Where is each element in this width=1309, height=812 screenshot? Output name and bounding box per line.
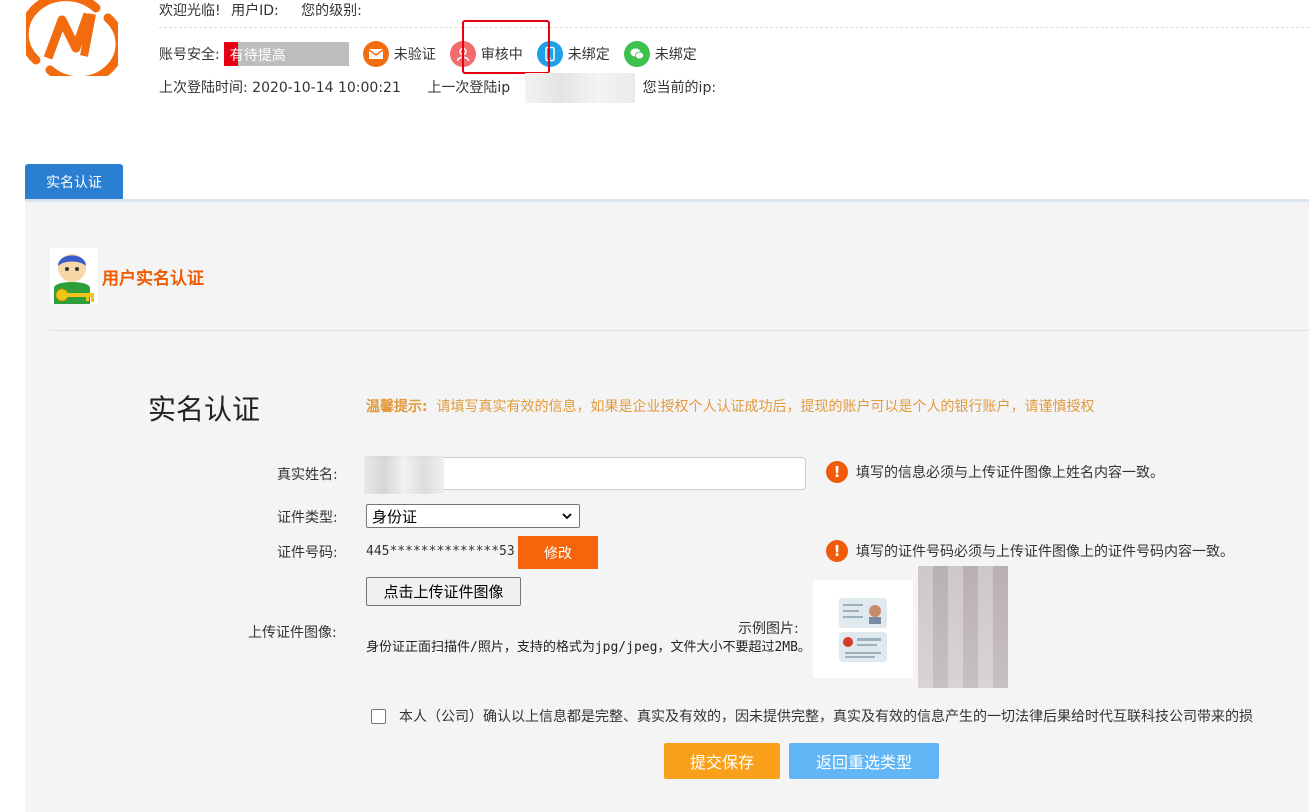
sample-label: 示例图片: <box>738 621 799 637</box>
chevron-down-icon <box>562 513 572 520</box>
tip-text: 请填写真实有效的信息，如果是企业授权个人认证成功后，提现的账户可以是个人的银行账… <box>436 399 1095 415</box>
id-type-select[interactable]: 身份证 <box>366 504 580 528</box>
mail-icon <box>362 41 389 67</box>
id-number-warning: ! 填写的证件号码必须与上传证件图像上的证件号码内容一致。 <box>826 540 1234 562</box>
agreement-row: 本人（公司）确认以上信息都是完整、真实及有效的，因未提供完整，真实及有效的信息产… <box>371 706 1253 726</box>
section-title: 用户实名认证 <box>102 269 204 289</box>
name-label: 真实姓名: <box>277 467 338 483</box>
tab-realname[interactable]: 实名认证 <box>25 164 123 199</box>
warm-tip: 温馨提示: 请填写真实有效的信息，如果是企业授权个人认证成功后，提现的账户可以是… <box>366 396 1095 416</box>
modify-button[interactable]: 修改 <box>518 536 598 569</box>
form-title: 实名认证 <box>148 393 261 426</box>
wechat-icon <box>623 41 650 67</box>
back-reselect-button[interactable]: 返回重选类型 <box>789 743 939 779</box>
id-type-label: 证件类型: <box>277 510 338 526</box>
name-warning: ! 填写的信息必须与上传证件图像上姓名内容一致。 <box>826 461 1164 483</box>
last-ip-label: 上一次登陆ip <box>427 80 511 96</box>
current-ip-label: 您当前的ip: <box>642 80 717 96</box>
user-id-label: 用户ID: <box>231 3 279 19</box>
name-warning-text: 填写的信息必须与上传证件图像上姓名内容一致。 <box>856 465 1164 481</box>
submit-save-button[interactable]: 提交保存 <box>664 743 780 779</box>
id-type-value: 身份证 <box>372 507 418 526</box>
sample-id-card-image <box>813 580 913 678</box>
upload-description: 身份证正面扫描件/照片，支持的格式为jpg/jpeg，文件大小不要超过2MB。 <box>366 640 811 655</box>
warning-icon: ! <box>826 461 848 483</box>
upload-id-image-button[interactable]: 点击上传证件图像 <box>366 577 521 606</box>
header-divider <box>159 27 1309 28</box>
last-login-time: 2020-10-14 10:00:21 <box>252 80 401 96</box>
welcome-text: 欢迎光临! <box>159 3 221 19</box>
security-line: 账号安全: 有待提高 未验证 审核中 未绑定 未绑定 <box>159 41 697 67</box>
phone-status-text: 未绑定 <box>567 47 610 63</box>
realname-highlight-box <box>462 20 550 74</box>
name-value-blurred <box>364 456 444 494</box>
user-key-icon <box>50 248 98 304</box>
email-status-text: 未验证 <box>393 47 436 63</box>
site-logo <box>19 0 125 86</box>
upload-label: 上传证件图像: <box>248 625 337 641</box>
wechat-status-text: 未绑定 <box>654 47 697 63</box>
security-level-text: 有待提高 <box>229 48 286 64</box>
welcome-line: 欢迎光临! 用户ID: 您的级别: <box>159 0 362 20</box>
agreement-checkbox[interactable] <box>371 708 386 724</box>
email-status[interactable]: 未验证 <box>362 41 436 67</box>
last-login-label: 上次登陆时间: <box>159 80 248 96</box>
level-label: 您的级别: <box>301 3 362 19</box>
security-label: 账号安全: <box>159 47 220 63</box>
id-number-value: 445**************53 <box>366 544 515 559</box>
id-card-back <box>839 632 887 662</box>
warning-icon: ! <box>826 540 848 562</box>
agreement-text: 本人（公司）确认以上信息都是完整、真实及有效的，因未提供完整，真实及有效的信息产… <box>399 709 1253 725</box>
id-number-label: 证件号码: <box>277 545 338 561</box>
wechat-status[interactable]: 未绑定 <box>623 41 697 67</box>
security-level-bar: 有待提高 <box>223 42 349 66</box>
tip-label: 温馨提示: <box>366 399 428 415</box>
last-ip-value-blurred <box>525 73 635 103</box>
section-divider <box>50 330 1309 331</box>
id-number-warning-text: 填写的证件号码必须与上传证件图像上的证件号码内容一致。 <box>856 544 1234 560</box>
id-card-front <box>839 598 887 628</box>
uploaded-image-blurred <box>918 566 1008 688</box>
